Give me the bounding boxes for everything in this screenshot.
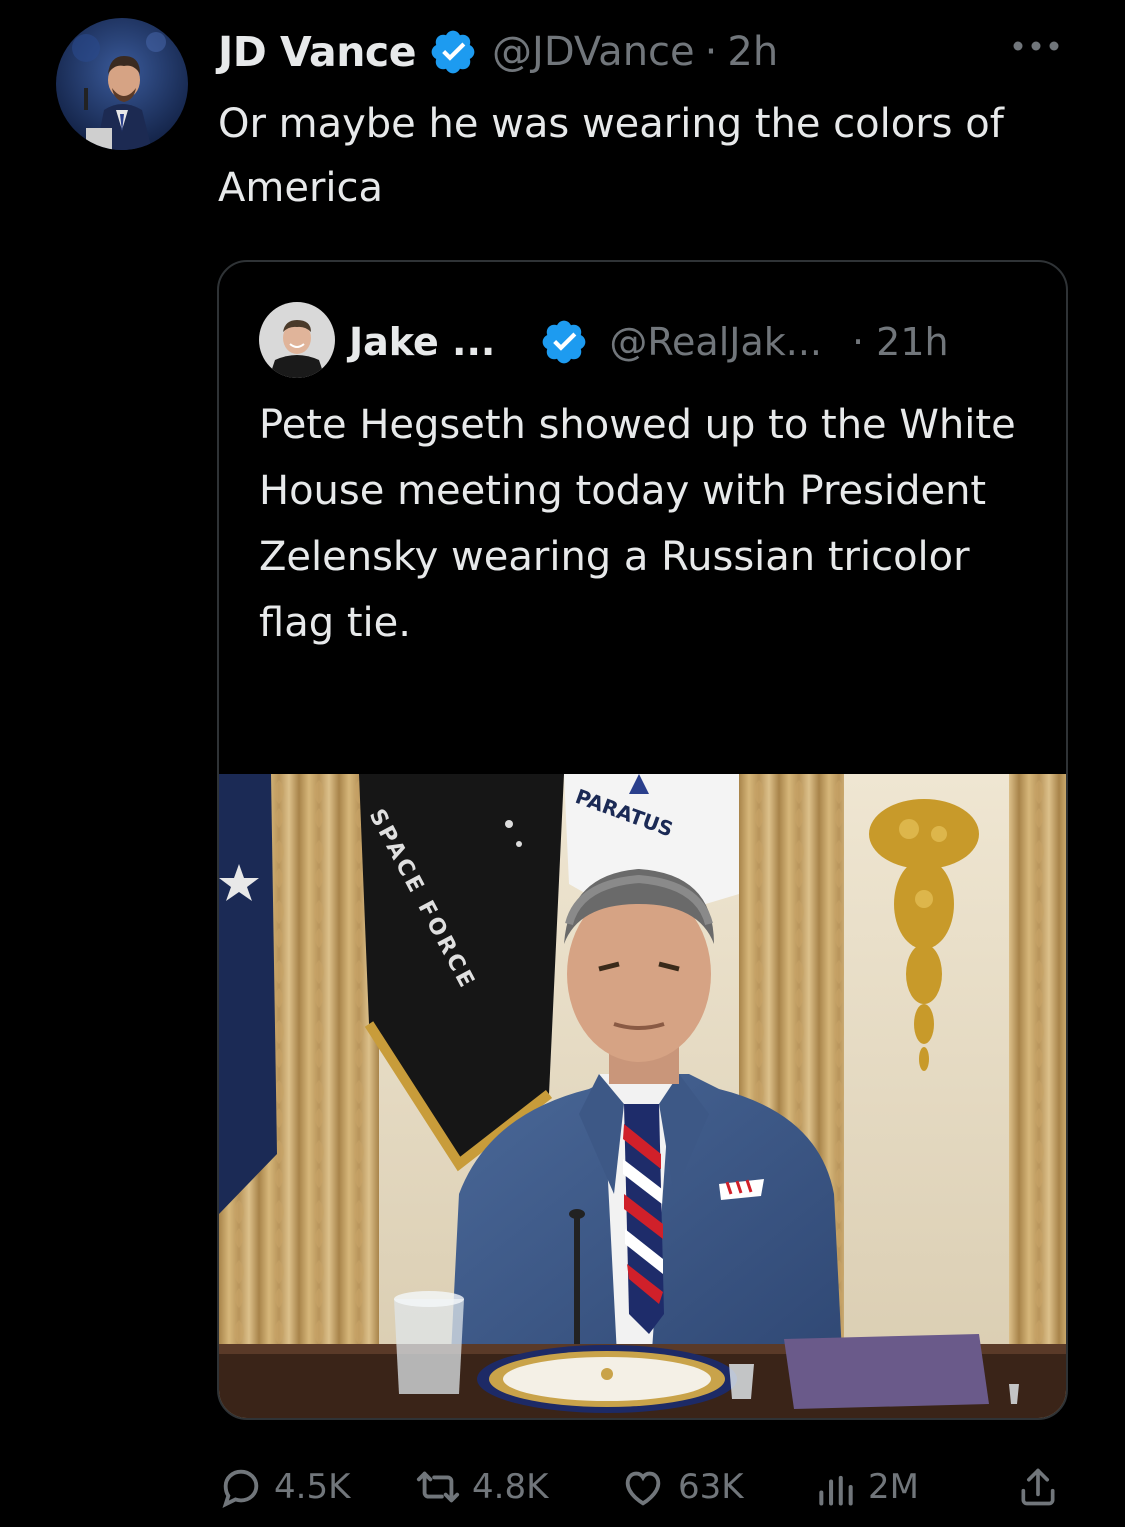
- quoted-tweet[interactable]: Jake ... @RealJak... · 21h Pete Hegseth …: [217, 260, 1068, 1420]
- views-button[interactable]: 2M: [814, 1462, 919, 1512]
- tweet-text: Or maybe he was wearing the colors of Am…: [218, 101, 1004, 211]
- timestamp[interactable]: 2h: [727, 29, 778, 75]
- reply-button[interactable]: 4.5K: [218, 1462, 350, 1512]
- view-count: 2M: [868, 1467, 919, 1507]
- verified-badge-icon: [431, 30, 475, 74]
- like-count: 63K: [678, 1467, 744, 1507]
- share-button[interactable]: [1016, 1462, 1060, 1512]
- quoted-tweet-text: Pete Hegseth showed up to the White Hous…: [259, 402, 1016, 646]
- reply-icon: [222, 1469, 259, 1508]
- views-icon: [819, 1475, 853, 1506]
- share-icon: [1021, 1468, 1055, 1506]
- author-avatar[interactable]: [56, 18, 188, 150]
- like-button[interactable]: 63K: [618, 1462, 744, 1512]
- repost-count: 4.8K: [472, 1467, 549, 1507]
- like-icon: [625, 1471, 661, 1506]
- repost-icon: [416, 1471, 460, 1503]
- repost-button[interactable]: 4.8K: [414, 1462, 548, 1512]
- verified-badge-icon: [542, 320, 586, 364]
- tweet-header: JD Vance @JDVance · 2h: [218, 22, 778, 82]
- quoted-author-avatar[interactable]: [259, 302, 335, 378]
- quoted-tweet-header: Jake ... @RealJak... · 21h: [349, 312, 949, 372]
- quoted-author-name[interactable]: Jake ...: [349, 320, 495, 364]
- quoted-timestamp[interactable]: · 21h: [852, 320, 949, 364]
- quoted-tweet-photo[interactable]: SPACE FORCE PARATUS: [219, 774, 1066, 1418]
- author-handle[interactable]: @JDVance: [492, 29, 695, 75]
- author-name[interactable]: JD Vance: [218, 28, 417, 76]
- reply-count: 4.5K: [274, 1467, 351, 1507]
- action-bar: 4.5K 4.8K 63K 2M: [218, 1462, 1068, 1512]
- separator: ·: [704, 29, 718, 75]
- more-icon[interactable]: [1010, 34, 1062, 58]
- quoted-author-handle[interactable]: @RealJak...: [609, 320, 822, 364]
